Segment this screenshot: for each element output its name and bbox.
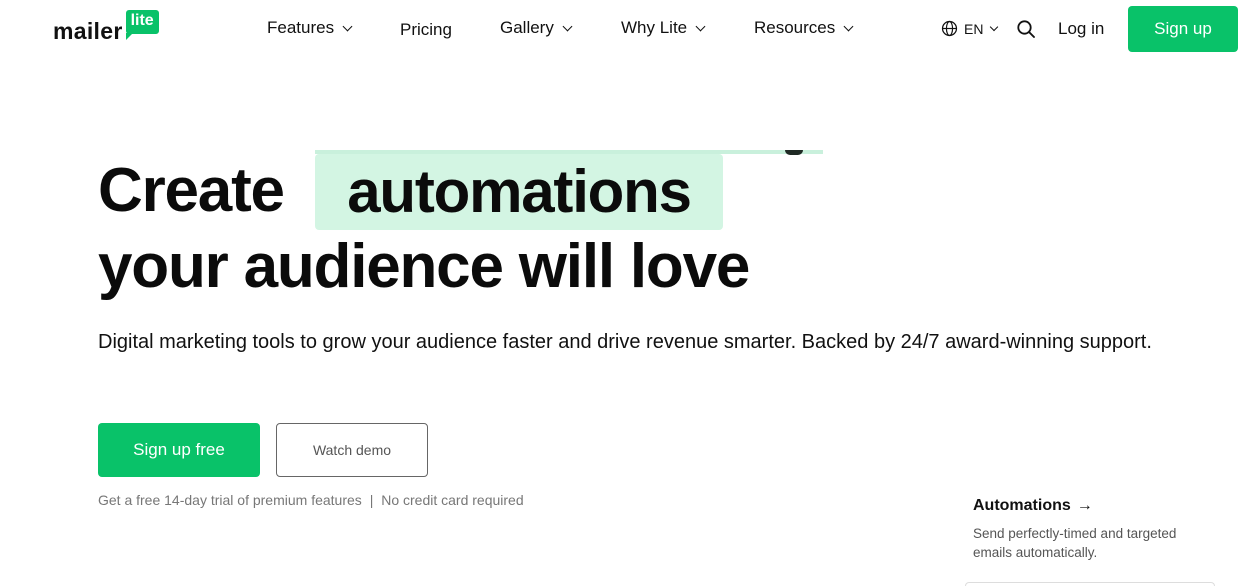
signup-button[interactable]: Sign up bbox=[1128, 6, 1238, 52]
feature-card-title: Automations bbox=[973, 497, 1071, 514]
nav-item-features[interactable]: Features bbox=[267, 18, 353, 38]
feature-card-automations: Automations → Send perfectly-timed and t… bbox=[973, 497, 1223, 562]
logo-wordmark: mailer bbox=[53, 18, 123, 44]
highlight-cursor-dot bbox=[785, 150, 803, 155]
next-card-edge bbox=[965, 582, 1215, 586]
nav-item-label: Why Lite bbox=[621, 18, 688, 37]
chevron-down-icon bbox=[990, 22, 999, 31]
hero-subtitle: Digital marketing tools to grow your aud… bbox=[98, 331, 1152, 353]
hero-heading-prefix: Create bbox=[98, 156, 285, 225]
site-header: mailer lite Features Pricing Gallery Why… bbox=[0, 0, 1243, 58]
globe-icon bbox=[941, 20, 958, 37]
arrow-right-icon: → bbox=[1076, 497, 1093, 514]
hero-heading-line1: Create bbox=[98, 150, 285, 232]
nav-item-gallery[interactable]: Gallery bbox=[500, 18, 573, 38]
logo-badge: lite bbox=[125, 10, 159, 40]
feature-card-title-link[interactable]: Automations → bbox=[973, 497, 1223, 515]
nav-item-resources[interactable]: Resources bbox=[754, 18, 854, 38]
chevron-down-icon bbox=[843, 21, 854, 31]
search-icon[interactable] bbox=[1016, 19, 1036, 39]
nav-item-label: Features bbox=[267, 18, 335, 37]
hero-highlight-word: automations bbox=[347, 158, 692, 225]
login-link[interactable]: Log in bbox=[1058, 19, 1104, 39]
trial-note: Get a free 14-day trial of premium featu… bbox=[98, 492, 524, 508]
chevron-down-icon bbox=[342, 21, 353, 31]
hero-heading-line2: your audience will love bbox=[98, 232, 750, 301]
watch-demo-button[interactable]: Watch demo bbox=[276, 423, 428, 477]
mailerlite-logo[interactable]: mailer lite bbox=[53, 8, 159, 48]
nav-item-label: Pricing bbox=[400, 20, 452, 39]
nav-item-pricing[interactable]: Pricing bbox=[400, 20, 452, 40]
language-selector[interactable]: EN bbox=[941, 20, 999, 37]
feature-card-description: Send perfectly-timed and targeted emails… bbox=[973, 526, 1177, 560]
nav-item-label: Gallery bbox=[500, 18, 554, 37]
nav-item-why-lite[interactable]: Why Lite bbox=[621, 18, 706, 38]
nav-item-label: Resources bbox=[754, 18, 836, 37]
chevron-down-icon bbox=[562, 21, 573, 31]
language-code: EN bbox=[964, 20, 984, 37]
signup-free-button[interactable]: Sign up free bbox=[98, 423, 260, 477]
trial-note-left: Get a free 14-day trial of premium featu… bbox=[98, 492, 362, 508]
trial-note-right: No credit card required bbox=[381, 492, 524, 508]
chevron-down-icon bbox=[695, 21, 706, 31]
trial-note-separator: | bbox=[369, 492, 374, 508]
highlight-box: automations bbox=[315, 154, 723, 230]
